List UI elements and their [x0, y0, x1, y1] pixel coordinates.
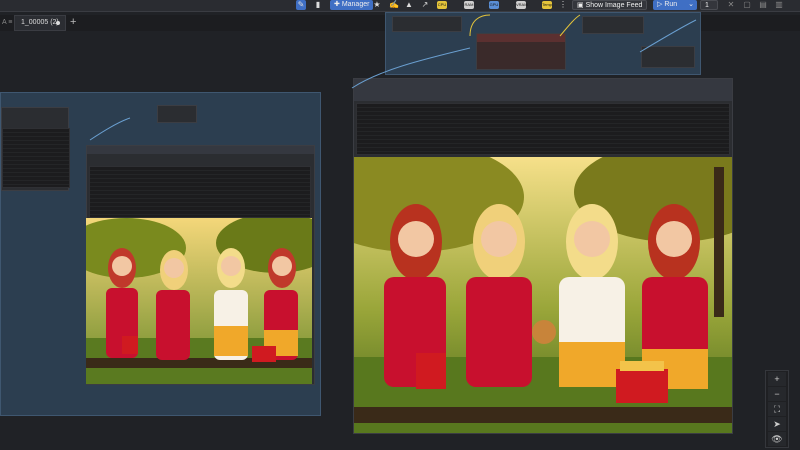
preview-text-area[interactable]: [89, 166, 311, 218]
share-icon[interactable]: ↗: [420, 0, 430, 10]
node-header: [354, 79, 732, 101]
more-icon[interactable]: ⋮: [558, 0, 568, 10]
node-header: [477, 34, 565, 42]
preview-text-area[interactable]: [356, 103, 730, 155]
node-top-left[interactable]: [392, 16, 462, 32]
add-tab-icon[interactable]: +: [70, 15, 76, 30]
group-top[interactable]: [385, 12, 701, 75]
prompt-text-area[interactable]: [2, 128, 70, 188]
node-left-edge[interactable]: [1, 107, 70, 191]
gpu-monitor-chip: GPU: [489, 1, 499, 9]
zoom-in-icon[interactable]: +: [768, 372, 786, 386]
close-icon[interactable]: ✕: [726, 0, 736, 10]
settings-icon[interactable]: ▥: [774, 0, 784, 10]
fit-view-icon[interactable]: ⛶: [768, 402, 786, 416]
manager-button[interactable]: ✚ Manager: [330, 0, 374, 10]
top-menubar: ✎ ▮ ✚ Manager ★ ✍ ▲ ↗ CPU RAM GPU VRAM T…: [0, 0, 800, 12]
unsaved-dot-icon: [56, 21, 60, 25]
node-top-right-b[interactable]: [641, 46, 695, 68]
generated-image-left: [86, 218, 312, 384]
show-image-feed-button[interactable]: ▣ Show Image Feed: [572, 0, 648, 10]
locate-icon[interactable]: ➤: [768, 417, 786, 431]
tabs-menu-icon[interactable]: A ≡: [2, 15, 12, 31]
ram-monitor-chip: RAM: [464, 1, 474, 9]
visibility-icon[interactable]: 👁: [768, 432, 786, 446]
drawing-icon[interactable]: ✍: [389, 0, 399, 10]
puzzle-icon: ✚: [334, 1, 342, 8]
node-header: [87, 146, 314, 154]
comfy-app: ✎ ▮ ✚ Manager ★ ✍ ▲ ↗ CPU RAM GPU VRAM T…: [0, 0, 800, 450]
temp-monitor-chip: Temp: [542, 1, 552, 9]
node-top-right-a[interactable]: [582, 16, 644, 34]
node-left-small[interactable]: [157, 105, 197, 123]
shapes-icon[interactable]: ▲: [404, 0, 414, 10]
tab-label: 1_00005 (2): [21, 19, 59, 26]
cpu-monitor-chip: CPU: [437, 1, 447, 9]
preview-image-right[interactable]: [354, 157, 732, 433]
node-top-center[interactable]: [476, 33, 566, 70]
batch-count-input[interactable]: 1: [700, 0, 718, 10]
generated-image-right: [354, 157, 732, 433]
window-icon[interactable]: ▢: [742, 0, 752, 10]
zoom-out-icon[interactable]: −: [768, 387, 786, 401]
bookmark-icon[interactable]: ▮: [313, 0, 323, 10]
save-icon[interactable]: ▤: [758, 0, 768, 10]
vram-monitor-chip: VRAM: [516, 1, 528, 9]
star-icon[interactable]: ★: [372, 0, 382, 10]
preview-image-left[interactable]: [86, 218, 312, 384]
logo-icon[interactable]: ✎: [296, 0, 306, 10]
chevron-down-icon: ⌄: [688, 1, 694, 8]
tab-workflow[interactable]: 1_00005 (2): [14, 15, 66, 31]
run-button[interactable]: ▷ Run ⌄: [653, 0, 697, 10]
image-feed-icon: ▣: [577, 2, 586, 9]
